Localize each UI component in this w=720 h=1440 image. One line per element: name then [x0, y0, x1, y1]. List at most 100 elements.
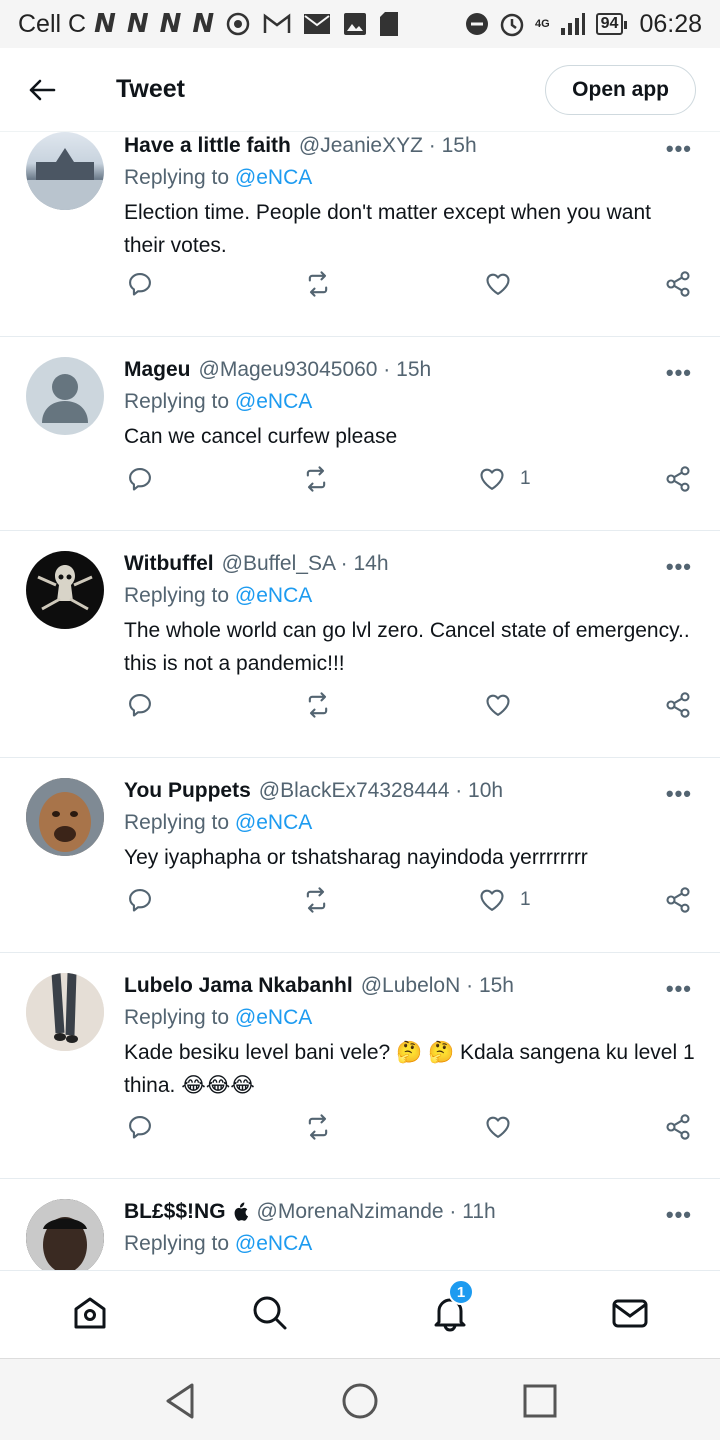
reply-icon: [129, 889, 151, 912]
avatar[interactable]: [26, 778, 104, 856]
gallery-icon: [344, 13, 367, 35]
author-handle[interactable]: @MorenaNzimande · 11h: [257, 1200, 496, 1224]
author-name[interactable]: Lubelo Jama Nkabanhl: [124, 974, 353, 998]
replying-to: Replying to @eNCA: [124, 390, 696, 414]
tweet[interactable]: You Puppets @BlackEx74328444 · 10h ••• R…: [0, 758, 720, 953]
tweet[interactable]: Lubelo Jama Nkabanhl @LubeloN · 15h ••• …: [0, 953, 720, 1179]
back-triangle-icon: [166, 1383, 194, 1419]
bottom-navigation: 1: [0, 1270, 720, 1358]
more-options-icon[interactable]: •••: [666, 976, 692, 1002]
replying-prefix: Replying to: [124, 166, 230, 189]
avatar[interactable]: [26, 1199, 104, 1270]
author-name[interactable]: You Puppets: [124, 779, 251, 803]
gmail-icon: [263, 13, 291, 33]
more-options-icon[interactable]: •••: [666, 136, 692, 162]
author-name[interactable]: Mageu: [124, 358, 191, 382]
back-button[interactable]: [0, 48, 84, 132]
replying-prefix: Replying to: [124, 1232, 230, 1255]
more-options-icon[interactable]: •••: [666, 360, 692, 386]
mention-link[interactable]: @eNCA: [235, 1232, 312, 1255]
n-badge-icon: N: [159, 9, 182, 39]
more-options-icon[interactable]: •••: [666, 554, 692, 580]
reply-button[interactable]: [126, 691, 154, 719]
notification-icons: N N N N: [94, 9, 399, 39]
share-button[interactable]: [664, 270, 692, 298]
author-handle[interactable]: @Mageu93045060 · 15h: [199, 358, 432, 382]
reply-button[interactable]: [126, 465, 154, 493]
heart-icon: [480, 889, 504, 911]
like-button[interactable]: 1: [478, 886, 531, 914]
tweet[interactable]: Mageu @Mageu93045060 · 15h ••• Replying …: [0, 337, 720, 531]
hotspot-icon: [226, 12, 250, 36]
do-not-disturb-icon: [465, 13, 488, 35]
mention-link[interactable]: @eNCA: [235, 811, 312, 834]
retweet-button[interactable]: [302, 465, 330, 493]
retweet-button[interactable]: [304, 270, 332, 298]
like-button[interactable]: [484, 691, 526, 719]
author-name[interactable]: BL£$$!NG: [124, 1200, 226, 1224]
mention-link[interactable]: @eNCA: [235, 166, 312, 189]
author-handle[interactable]: @BlackEx74328444 · 10h: [259, 779, 503, 803]
like-button[interactable]: [484, 270, 526, 298]
heart-icon: [486, 1116, 510, 1138]
mention-link[interactable]: @eNCA: [235, 1006, 312, 1029]
nav-search[interactable]: [250, 1293, 290, 1333]
author-name[interactable]: Witbuffel: [124, 552, 214, 576]
tweet[interactable]: Witbuffel @Buffel_SA · 14h ••• Replying …: [0, 531, 720, 758]
tweet-text: Yey iyaphapha or tshatsharag nayindoda y…: [124, 846, 588, 869]
sd-card-icon: [380, 12, 399, 36]
system-recents-button[interactable]: [520, 1381, 560, 1421]
retweet-button[interactable]: [302, 886, 330, 914]
avatar[interactable]: [26, 132, 104, 210]
retweet-icon: [308, 271, 328, 297]
author-handle[interactable]: @Buffel_SA · 14h: [222, 552, 389, 576]
home-icon: [74, 1297, 106, 1329]
battery-indicator: 94: [595, 13, 628, 35]
nav-notifications[interactable]: 1: [430, 1279, 474, 1333]
share-button[interactable]: [664, 465, 692, 493]
email-icon: [304, 14, 331, 34]
system-back-button[interactable]: [160, 1381, 200, 1421]
reply-icon: [129, 1116, 151, 1139]
replying-to: Replying to @eNCA: [124, 166, 696, 190]
open-app-button[interactable]: Open app: [545, 64, 696, 115]
author-name[interactable]: Have a little faith: [124, 134, 291, 158]
replying-prefix: Replying to: [124, 1006, 230, 1029]
replying-prefix: Replying to: [124, 584, 230, 607]
avatar[interactable]: [26, 357, 104, 435]
retweet-button[interactable]: [304, 1113, 332, 1141]
retweet-button[interactable]: [304, 691, 332, 719]
notification-badge: 1: [448, 1279, 474, 1305]
share-icon: [666, 466, 690, 492]
share-button[interactable]: [664, 691, 692, 719]
reply-button[interactable]: [126, 1113, 154, 1141]
like-count: 1: [520, 468, 531, 489]
avatar[interactable]: [26, 973, 104, 1051]
mention-link[interactable]: @eNCA: [235, 584, 312, 607]
like-button[interactable]: 1: [478, 465, 531, 493]
tweet[interactable]: BL£$$!NG @MorenaNzimande · 11h ••• Reply…: [0, 1179, 720, 1270]
alarm-icon: [500, 13, 524, 37]
retweet-icon: [308, 1114, 328, 1140]
avatar[interactable]: [26, 551, 104, 629]
nav-home[interactable]: [70, 1293, 110, 1333]
replies-feed[interactable]: Have a little faith @JeanieXYZ · 15h •••…: [0, 132, 720, 1270]
author-handle[interactable]: @LubeloN · 15h: [361, 974, 514, 998]
more-options-icon[interactable]: •••: [666, 1202, 692, 1228]
nav-messages[interactable]: [610, 1293, 650, 1333]
arrow-left-icon: [29, 79, 56, 100]
heart-icon: [486, 273, 510, 295]
battery-level: 94: [600, 15, 619, 32]
reply-button[interactable]: [126, 886, 154, 914]
author-handle[interactable]: @JeanieXYZ · 15h: [299, 134, 477, 158]
mention-link[interactable]: @eNCA: [235, 390, 312, 413]
system-home-button[interactable]: [340, 1381, 380, 1421]
share-button[interactable]: [664, 1113, 692, 1141]
reply-button[interactable]: [126, 270, 154, 298]
reply-icon: [129, 468, 151, 491]
more-options-icon[interactable]: •••: [666, 781, 692, 807]
tweet[interactable]: Have a little faith @JeanieXYZ · 15h •••…: [0, 132, 720, 337]
share-button[interactable]: [664, 886, 692, 914]
replying-to: Replying to @eNCA: [124, 1232, 696, 1256]
like-button[interactable]: [484, 1113, 526, 1141]
